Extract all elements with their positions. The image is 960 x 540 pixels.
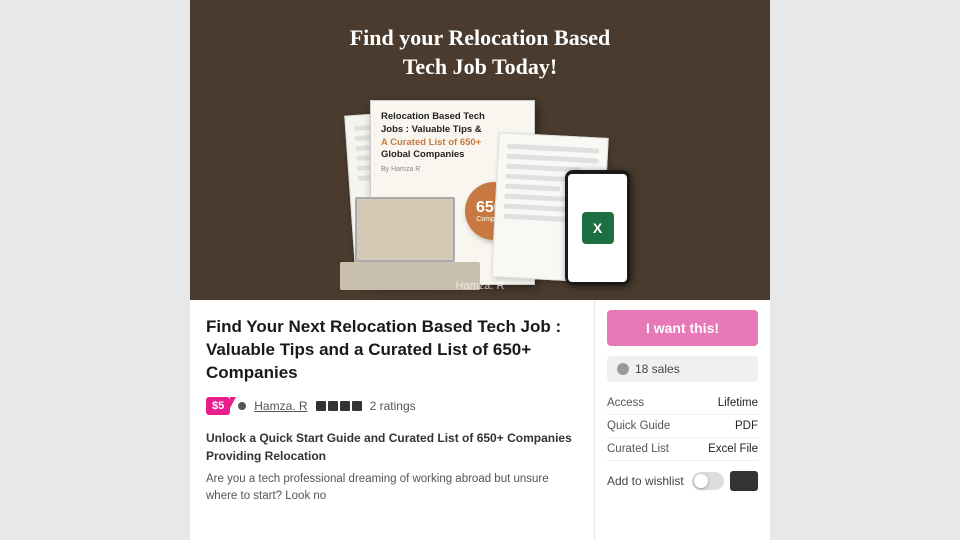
book-mockup: Relocation Based Tech Jobs : Valuable Ti… <box>320 97 640 290</box>
access-label: Access <box>607 392 691 415</box>
quick-guide-value: PDF <box>691 415 758 438</box>
sales-icon <box>617 363 629 375</box>
star-4 <box>352 401 362 411</box>
wishlist-toggle[interactable] <box>692 472 724 490</box>
outer-wrapper: Find your Relocation BasedTech Job Today… <box>0 0 960 540</box>
price-badge: $5 <box>206 397 230 415</box>
description-title: Unlock a Quick Start Guide and Curated L… <box>206 429 578 465</box>
sales-count: 18 sales <box>635 362 680 376</box>
page-container: Find your Relocation BasedTech Job Today… <box>190 0 770 540</box>
excel-icon: X <box>582 212 614 244</box>
author-dot <box>238 402 246 410</box>
access-value: Lifetime <box>691 392 758 415</box>
description-body: Are you a tech professional dreaming of … <box>206 471 578 506</box>
paper-line <box>506 154 598 164</box>
laptop-mockup <box>340 190 515 290</box>
wishlist-dark-button[interactable] <box>730 471 758 491</box>
left-content: Find Your Next Relocation Based Tech Job… <box>190 300 595 540</box>
phone-screen: X <box>568 174 627 282</box>
quick-guide-row: Quick Guide PDF <box>607 415 758 438</box>
product-info-table: Access Lifetime Quick Guide PDF Curated … <box>607 392 758 461</box>
product-title: Find Your Next Relocation Based Tech Job… <box>206 316 578 385</box>
ratings-count: 2 ratings <box>370 399 416 413</box>
book-cover-highlight: A Curated List of 650+ <box>381 137 481 148</box>
meta-row: $5 Hamza. R 2 ratings <box>206 397 578 415</box>
phone-mockup: X <box>565 170 630 285</box>
description-bold: Unlock a Quick Start Guide and Curated L… <box>206 431 572 463</box>
curated-list-value: Excel File <box>691 438 758 461</box>
hero-author-credit: Hamza. R <box>456 280 505 292</box>
star-1 <box>316 401 326 411</box>
rating-stars <box>316 401 362 411</box>
hero-title: Find your Relocation BasedTech Job Today… <box>350 24 611 81</box>
curated-list-row: Curated List Excel File <box>607 438 758 461</box>
hero-section: Find your Relocation BasedTech Job Today… <box>190 0 770 300</box>
star-3 <box>340 401 350 411</box>
paper-line <box>507 144 599 154</box>
curated-list-label: Curated List <box>607 438 691 461</box>
laptop-screen <box>355 197 455 262</box>
buy-button[interactable]: I want this! <box>607 310 758 346</box>
wishlist-label: Add to wishlist <box>607 474 686 488</box>
content-section: Find Your Next Relocation Based Tech Job… <box>190 300 770 540</box>
access-row: Access Lifetime <box>607 392 758 415</box>
sales-badge: 18 sales <box>607 356 758 382</box>
wishlist-toggle-knob <box>694 474 708 488</box>
wishlist-row: Add to wishlist <box>607 471 758 491</box>
star-2 <box>328 401 338 411</box>
quick-guide-label: Quick Guide <box>607 415 691 438</box>
author-name[interactable]: Hamza. R <box>254 399 307 413</box>
right-sidebar: I want this! 18 sales Access Lifetime Qu… <box>595 300 770 540</box>
